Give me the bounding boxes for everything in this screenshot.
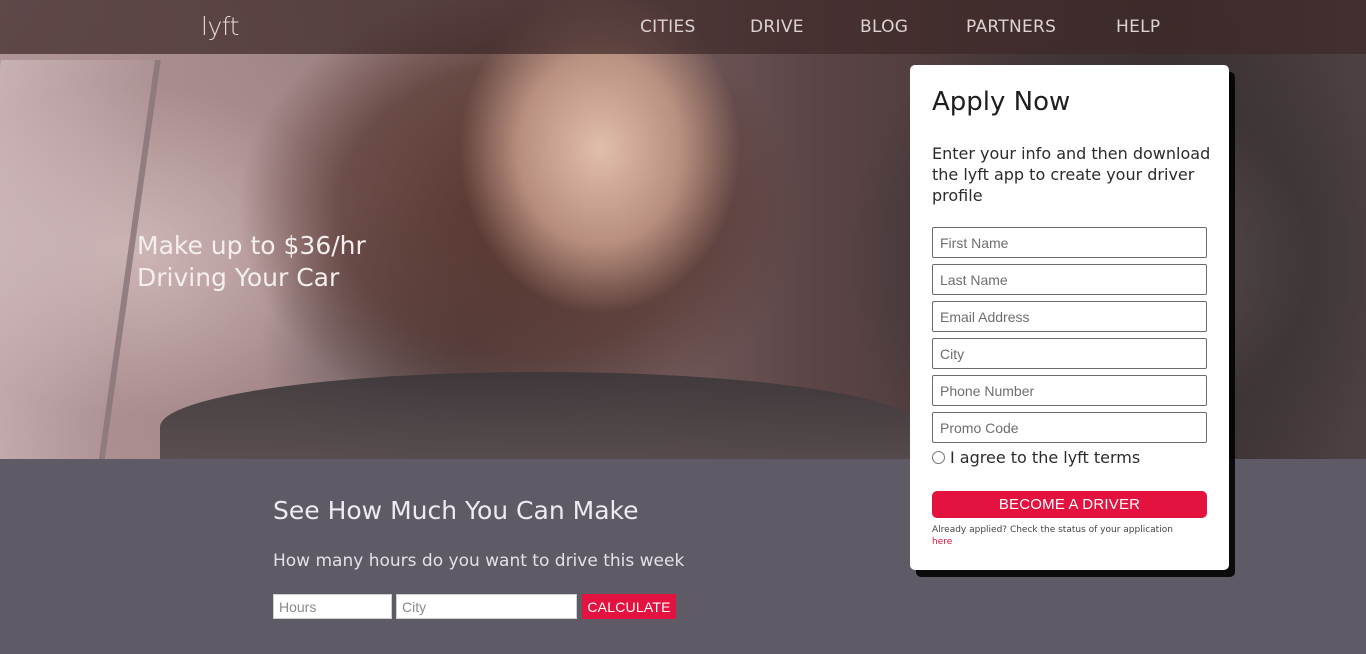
calculator-title: See How Much You Can Make	[273, 496, 639, 525]
lyft-logo[interactable]: lyft	[201, 12, 239, 41]
nav-link-help[interactable]: HELP	[1116, 17, 1160, 37]
status-note-text: Already applied? Check the status of you…	[932, 525, 1173, 535]
terms-radio[interactable]	[932, 451, 945, 464]
last-name-field[interactable]	[932, 264, 1207, 295]
status-note: Already applied? Check the status of you…	[932, 524, 1212, 548]
first-name-field[interactable]	[932, 227, 1207, 258]
hero-headline-line1: Make up to $36/hr	[137, 231, 366, 260]
phone-field[interactable]	[932, 375, 1207, 406]
hero-headline-line2: Driving Your Car	[137, 263, 340, 292]
steering-wheel-shape	[160, 372, 920, 459]
apply-card: Apply Now Enter your info and then downl…	[910, 65, 1229, 570]
nav-link-drive[interactable]: DRIVE	[750, 17, 804, 37]
nav-link-partners[interactable]: PARTNERS	[966, 17, 1056, 37]
promo-code-field[interactable]	[932, 412, 1207, 443]
become-driver-button[interactable]: BECOME A DRIVER	[932, 491, 1207, 518]
calculate-button[interactable]: CALCULATE	[582, 594, 676, 619]
nav-link-blog[interactable]: BLOG	[860, 17, 908, 37]
terms-label: I agree to the lyft terms	[950, 448, 1141, 467]
hero-headline: Make up to $36/hr Driving Your Car	[137, 230, 497, 294]
top-nav: lyft CITIES DRIVE BLOG PARTNERS HELP	[0, 0, 1366, 54]
city-field[interactable]	[932, 338, 1207, 369]
nav-link-cities[interactable]: CITIES	[640, 17, 696, 37]
hours-input[interactable]	[273, 594, 392, 619]
apply-description: Enter your info and then download the ly…	[932, 144, 1211, 205]
status-link[interactable]: here	[932, 537, 952, 547]
calculator-subtitle: How many hours do you want to drive this…	[273, 551, 685, 571]
terms-row[interactable]: I agree to the lyft terms	[932, 448, 1140, 467]
apply-title: Apply Now	[932, 87, 1071, 117]
email-field[interactable]	[932, 301, 1207, 332]
calculator-city-input[interactable]	[396, 594, 577, 619]
